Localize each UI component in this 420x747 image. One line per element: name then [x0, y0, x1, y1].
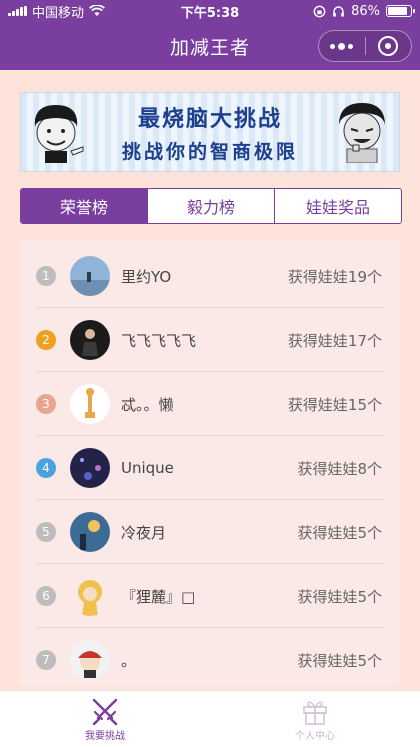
rank-badge: 3 [36, 394, 56, 414]
target-icon [378, 36, 399, 56]
more-dots-icon [330, 42, 354, 50]
nav-bar: 加减王者 [0, 22, 420, 70]
tab-doll-prizes[interactable]: 娃娃奖品 [274, 189, 401, 223]
prize-count: 获得娃娃19个 [287, 267, 382, 286]
prize-count: 获得娃娃8个 [297, 459, 382, 478]
nickname: 忒。。懒 [121, 395, 174, 414]
page-title: 加减王者 [169, 36, 250, 59]
crossed-swords-icon [92, 698, 118, 725]
list-item[interactable]: 4 Unique 获得娃娃8个 [20, 436, 400, 500]
list-item[interactable]: 7 。 获得娃娃5个 [20, 628, 400, 686]
lock-rotation-icon [313, 5, 326, 17]
carrier-label: 中国移动 [32, 5, 85, 21]
status-time: 下午5:38 [180, 5, 240, 21]
list-item[interactable]: 6 『狸麓』□ 获得娃娃5个 [20, 564, 400, 628]
tab-perseverance-list[interactable]: 毅力榜 [147, 189, 274, 223]
avatar [70, 576, 110, 616]
rank-badge: 5 [36, 522, 56, 542]
prize-count: 获得娃娃15个 [287, 395, 382, 414]
list-item[interactable]: 3 忒。。懒 获得娃娃15个 [20, 372, 400, 436]
battery-icon [386, 5, 415, 17]
tab-honor-list[interactable]: 荣誉榜 [21, 189, 147, 223]
rank-badge: 2 [36, 330, 56, 350]
meme-face-laughing-icon [339, 103, 385, 163]
prize-count: 获得娃娃5个 [297, 523, 382, 542]
avatar [70, 448, 110, 488]
close-mini-program-button[interactable] [366, 31, 412, 61]
rank-badge: 6 [36, 586, 56, 606]
leaderboard-tabs: 荣誉榜 毅力榜 娃娃奖品 [20, 188, 402, 224]
nickname: 冷夜月 [121, 523, 167, 542]
banner-title: 最烧脑大挑战 [137, 106, 282, 132]
bottom-tab-bar: 我要挑战 个人中心 [0, 690, 420, 747]
nickname: 飞飞飞飞飞 [121, 331, 197, 350]
tabbar-profile-label: 个人中心 [295, 730, 335, 742]
meme-face-pointing-icon [34, 105, 84, 163]
avatar [70, 384, 110, 424]
wifi-icon [89, 5, 106, 16]
avatar [70, 320, 110, 360]
leaderboard-list: 1 里约YO 获得娃娃19个 2 飞飞飞飞飞 获得娃娃17个 3 忒。。懒 获得… [20, 240, 400, 686]
status-bar: 中国移动 下午5:38 86% [0, 0, 420, 22]
battery-percent: 86% [351, 3, 380, 19]
signal-icon [8, 6, 27, 16]
headphones-icon [333, 5, 344, 17]
banner-subtitle: 挑战你的智商极限 [121, 140, 298, 163]
rank-badge: 7 [36, 650, 56, 670]
nickname: 。 [121, 651, 137, 670]
list-item[interactable]: 5 冷夜月 获得娃娃5个 [20, 500, 400, 564]
tabbar-challenge[interactable]: 我要挑战 [0, 691, 210, 747]
tabbar-challenge-label: 我要挑战 [85, 730, 125, 742]
avatar [70, 512, 110, 552]
list-item[interactable]: 2 飞飞飞飞飞 获得娃娃17个 [20, 308, 400, 372]
nickname: 里约YO [121, 267, 172, 286]
nickname: 『狸麓』□ [121, 587, 196, 606]
rank-badge: 4 [36, 458, 56, 478]
rank-badge: 1 [36, 266, 56, 286]
challenge-banner[interactable]: 最烧脑大挑战 挑战你的智商极限 [20, 92, 400, 172]
tabbar-profile[interactable]: 个人中心 [210, 691, 420, 747]
more-button[interactable] [319, 31, 365, 61]
mini-program-capsule [318, 30, 412, 62]
list-item[interactable]: 1 里约YO 获得娃娃19个 [20, 244, 400, 308]
prize-count: 获得娃娃5个 [297, 587, 382, 606]
nickname: Unique [121, 459, 174, 477]
gift-icon [303, 700, 327, 725]
prize-count: 获得娃娃5个 [297, 651, 382, 670]
avatar [70, 640, 110, 680]
avatar [70, 256, 110, 296]
prize-count: 获得娃娃17个 [287, 331, 382, 350]
